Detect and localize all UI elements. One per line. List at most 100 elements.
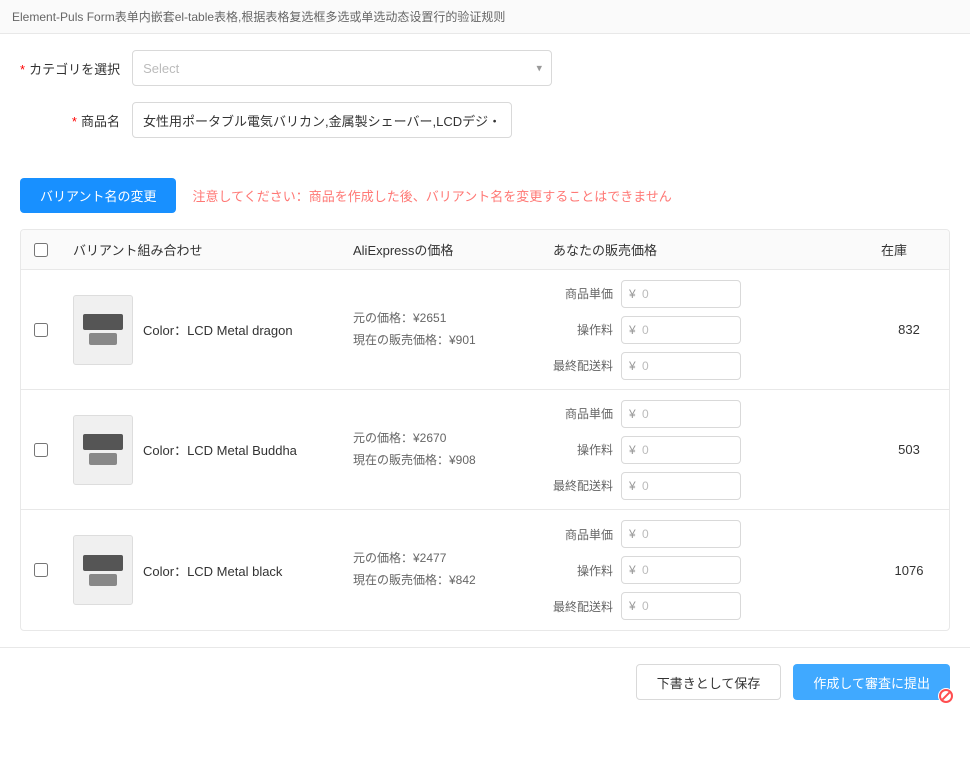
no-entry-icon bbox=[938, 688, 954, 704]
table-row: Color：LCD Metal Buddha 元の価格：¥2670 現在の販売価… bbox=[21, 390, 949, 510]
required-star: * bbox=[20, 62, 25, 77]
handling-fee-label-2: 操作料 bbox=[553, 441, 613, 458]
row2-handling-fee-row: 操作料 ¥ bbox=[553, 436, 857, 464]
unit-price-label-2: 商品単価 bbox=[553, 405, 613, 422]
row3-product-image bbox=[73, 535, 133, 605]
th-stock: 在庫 bbox=[869, 240, 949, 259]
row3-pricing-cell: 商品単価 ¥ 操作料 ¥ 最終配送料 ¥ bbox=[541, 512, 869, 628]
warning-text: 注意してください：商品を作成した後、バリアント名を変更することはできません bbox=[192, 186, 671, 205]
category-select[interactable]: Select bbox=[132, 50, 552, 86]
shipping-label-3: 最終配送料 bbox=[553, 598, 613, 615]
row3-handling-fee-input[interactable] bbox=[621, 556, 741, 584]
row3-checkbox-cell bbox=[21, 551, 61, 589]
row1-handling-fee-input[interactable] bbox=[621, 316, 741, 344]
row1-unit-price-row: 商品単価 ¥ bbox=[553, 280, 857, 308]
row1-shipping-wrapper: ¥ bbox=[621, 352, 741, 380]
yen-icon-6: ¥ bbox=[629, 479, 636, 493]
row1-product-image bbox=[73, 295, 133, 365]
row1-unit-price-wrapper: ¥ bbox=[621, 280, 741, 308]
img-block-3 bbox=[83, 555, 123, 571]
row1-unit-price-input[interactable] bbox=[621, 280, 741, 308]
img-block-2 bbox=[83, 434, 123, 450]
yen-icon-9: ¥ bbox=[629, 599, 636, 613]
yen-icon-5: ¥ bbox=[629, 443, 636, 457]
row2-shipping-input[interactable] bbox=[621, 472, 741, 500]
row1-handling-wrapper: ¥ bbox=[621, 316, 741, 344]
row1-original-price: 元の価格：¥2651 bbox=[353, 308, 529, 330]
row2-handling-wrapper: ¥ bbox=[621, 436, 741, 464]
row2-shipping-wrapper: ¥ bbox=[621, 472, 741, 500]
change-variant-button[interactable]: バリアント名の変更 bbox=[20, 178, 176, 213]
yen-icon-2: ¥ bbox=[629, 323, 636, 337]
row3-handling-fee-row: 操作料 ¥ bbox=[553, 556, 857, 584]
product-name-input[interactable] bbox=[132, 102, 512, 138]
row1-checkbox-cell bbox=[21, 311, 61, 349]
table-row: Color：LCD Metal black 元の価格：¥2477 現在の販売価格… bbox=[21, 510, 949, 630]
row2-pricing-cell: 商品単価 ¥ 操作料 ¥ 最終配送料 ¥ bbox=[541, 392, 869, 508]
table-row: Color：LCD Metal dragon 元の価格：¥2651 現在の販売価… bbox=[21, 270, 949, 390]
shipping-label-1: 最終配送料 bbox=[553, 357, 613, 374]
row2-checkbox-cell bbox=[21, 431, 61, 469]
row2-handling-fee-input[interactable] bbox=[621, 436, 741, 464]
no-circle-shape bbox=[939, 689, 953, 703]
yen-icon-4: ¥ bbox=[629, 407, 636, 421]
row3-handling-wrapper: ¥ bbox=[621, 556, 741, 584]
row2-shipping-row: 最終配送料 ¥ bbox=[553, 472, 857, 500]
row1-aliexpress-price-cell: 元の価格：¥2651 現在の販売価格：¥901 bbox=[341, 296, 541, 363]
row2-current-price: 現在の販売価格：¥908 bbox=[353, 450, 529, 472]
row3-shipping-input[interactable] bbox=[621, 592, 741, 620]
row3-unit-price-row: 商品単価 ¥ bbox=[553, 520, 857, 548]
row2-unit-price-wrapper: ¥ bbox=[621, 400, 741, 428]
row2-checkbox[interactable] bbox=[34, 443, 48, 457]
row2-unit-price-row: 商品単価 ¥ bbox=[553, 400, 857, 428]
row1-shipping-row: 最終配送料 ¥ bbox=[553, 352, 857, 380]
category-row: *カテゴリを選択 Select ▾ bbox=[20, 50, 950, 86]
row2-stock-cell: 503 bbox=[869, 430, 949, 469]
variant-table: バリアント組み合わせ AliExpressの価格 あなたの販売価格 在庫 Col… bbox=[20, 229, 950, 631]
row3-variant-name: Color：LCD Metal black bbox=[143, 561, 282, 580]
row3-stock-cell: 1076 bbox=[869, 551, 949, 590]
row1-shipping-input[interactable] bbox=[621, 352, 741, 380]
row3-shipping-row: 最終配送料 ¥ bbox=[553, 592, 857, 620]
row1-pricing-cell: 商品単価 ¥ 操作料 ¥ 最終配送料 ¥ bbox=[541, 272, 869, 388]
save-draft-button[interactable]: 下書きとして保存 bbox=[636, 664, 782, 700]
row3-variant-cell: Color：LCD Metal black bbox=[61, 523, 341, 617]
row3-current-price: 現在の販売価格：¥842 bbox=[353, 570, 529, 592]
shipping-label-2: 最終配送料 bbox=[553, 477, 613, 494]
row1-stock-cell: 832 bbox=[869, 310, 949, 349]
yen-icon-7: ¥ bbox=[629, 527, 636, 541]
row2-unit-price-input[interactable] bbox=[621, 400, 741, 428]
row1-checkbox[interactable] bbox=[34, 323, 48, 337]
product-name-label: *商品名 bbox=[20, 111, 120, 130]
variant-section: バリアント名の変更 注意してください：商品を作成した後、バリアント名を変更するこ… bbox=[0, 170, 970, 647]
th-variant-combo: バリアント組み合わせ bbox=[61, 240, 341, 259]
row3-unit-price-input[interactable] bbox=[621, 520, 741, 548]
row1-variant-name: Color：LCD Metal dragon bbox=[143, 320, 293, 339]
submit-button-label: 作成して審査に提出 bbox=[813, 676, 930, 691]
required-star-2: * bbox=[72, 114, 77, 129]
page-title: Element-Puls Form表单内嵌套el-table表格,根据表格复选框… bbox=[0, 0, 970, 34]
category-select-wrapper: Select ▾ bbox=[132, 50, 552, 86]
row3-original-price: 元の価格：¥2477 bbox=[353, 548, 529, 570]
row1-variant-cell: Color：LCD Metal dragon bbox=[61, 283, 341, 377]
img-block-sm-3 bbox=[89, 574, 117, 586]
row3-checkbox[interactable] bbox=[34, 563, 48, 577]
row2-variant-name: Color：LCD Metal Buddha bbox=[143, 440, 297, 459]
unit-price-label-3: 商品単価 bbox=[553, 526, 613, 543]
yen-icon-8: ¥ bbox=[629, 563, 636, 577]
submit-button[interactable]: 作成して審査に提出 bbox=[793, 664, 950, 700]
product-name-row: *商品名 bbox=[20, 102, 950, 138]
row1-handling-fee-row: 操作料 ¥ bbox=[553, 316, 857, 344]
select-all-checkbox[interactable] bbox=[34, 243, 48, 257]
row2-aliexpress-price-cell: 元の価格：¥2670 現在の販売価格：¥908 bbox=[341, 416, 541, 483]
unit-price-label-1: 商品単価 bbox=[553, 285, 613, 302]
footer-actions: 下書きとして保存 作成して審査に提出 bbox=[0, 647, 970, 716]
img-block-1 bbox=[83, 314, 123, 330]
row1-current-price: 現在の販売価格：¥901 bbox=[353, 330, 529, 352]
form-section: *カテゴリを選択 Select ▾ *商品名 bbox=[0, 34, 970, 170]
row2-variant-cell: Color：LCD Metal Buddha bbox=[61, 403, 341, 497]
table-header: バリアント組み合わせ AliExpressの価格 あなたの販売価格 在庫 bbox=[21, 230, 949, 270]
img-block-sm-2 bbox=[89, 453, 117, 465]
th-your-price: あなたの販売価格 bbox=[541, 240, 869, 259]
row2-product-image bbox=[73, 415, 133, 485]
